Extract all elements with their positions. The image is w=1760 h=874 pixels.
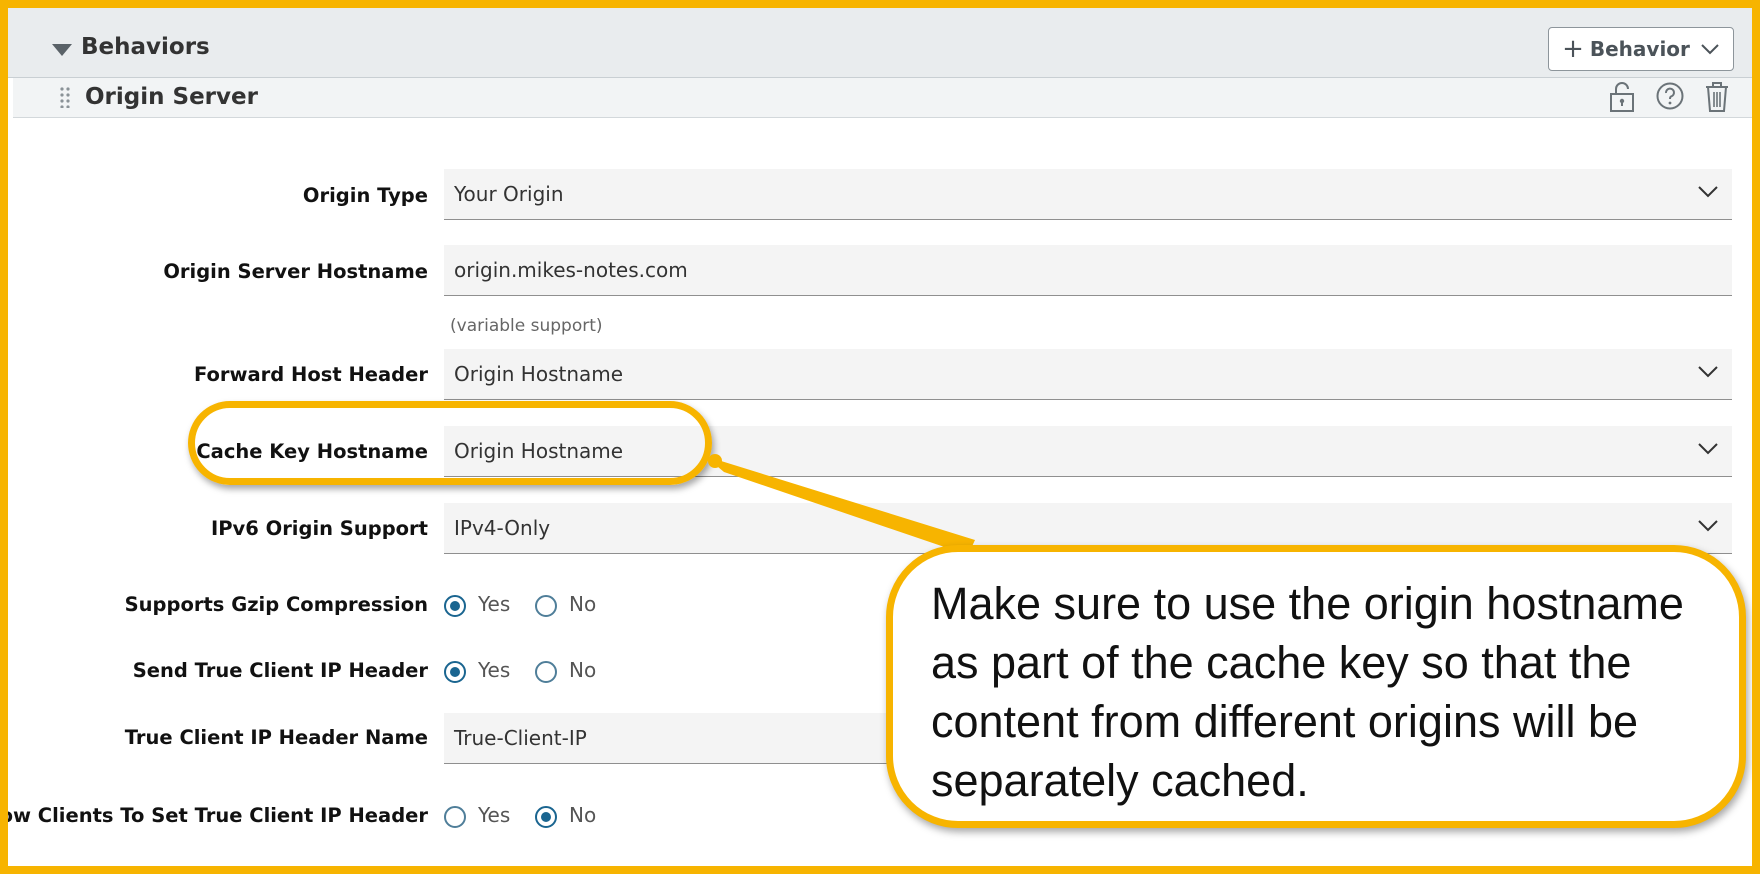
forward-host-header-select[interactable]: Origin Hostname — [444, 349, 1732, 400]
send-true-client-ip-yes-radio[interactable] — [444, 661, 466, 683]
origin-server-title: Origin Server — [85, 84, 258, 110]
chevron-down-icon — [1698, 186, 1718, 198]
origin-type-value: Your Origin — [454, 182, 564, 206]
gzip-no-radio[interactable] — [535, 595, 557, 617]
true-client-ip-name-value: True-Client-IP — [454, 726, 587, 750]
forward-host-header-value: Origin Hostname — [454, 362, 624, 386]
gzip-no-label: No — [569, 592, 597, 616]
annotation-callout: Make sure to use the origin hostname as … — [886, 545, 1746, 828]
chevron-down-icon — [1698, 520, 1718, 532]
allow-clients-set-yes-radio[interactable] — [444, 806, 466, 828]
behaviors-header: Behaviors + Behavior — [8, 8, 1752, 78]
add-behavior-label: Behavior — [1589, 37, 1690, 61]
ipv6-support-label: IPv6 Origin Support — [211, 517, 428, 540]
origin-server-header: Origin Server — [13, 78, 1752, 118]
ipv6-support-value: IPv4-Only — [454, 516, 551, 540]
origin-hostname-label: Origin Server Hostname — [163, 260, 428, 283]
plus-icon: + — [1562, 34, 1584, 64]
allow-clients-set-yes-label: Yes — [478, 803, 511, 827]
send-true-client-ip-no-radio[interactable] — [535, 661, 557, 683]
chevron-down-icon — [1701, 44, 1719, 55]
behaviors-title: Behaviors — [81, 34, 210, 60]
true-client-ip-name-label: True Client IP Header Name — [124, 726, 428, 749]
variable-support-hint: (variable support) — [450, 316, 603, 336]
allow-clients-set-no-label: No — [569, 803, 597, 827]
gzip-yes-label: Yes — [478, 592, 511, 616]
unlock-icon[interactable] — [1608, 81, 1636, 113]
trash-icon[interactable] — [1703, 81, 1731, 113]
cache-key-hostname-value: Origin Hostname — [454, 439, 624, 463]
origin-type-label: Origin Type — [302, 184, 428, 207]
cache-key-hostname-select[interactable]: Origin Hostname — [444, 426, 1732, 477]
allow-clients-set-label: Allow Clients To Set True Client IP Head… — [0, 804, 428, 827]
add-behavior-button[interactable]: + Behavior — [1548, 27, 1734, 71]
origin-hostname-input[interactable]: origin.mikes-notes.com — [444, 245, 1732, 296]
send-true-client-ip-no-label: No — [569, 658, 597, 682]
origin-hostname-value: origin.mikes-notes.com — [454, 258, 688, 282]
chevron-down-icon — [1698, 366, 1718, 378]
gzip-yes-radio[interactable] — [444, 595, 466, 617]
help-icon[interactable] — [1655, 81, 1685, 111]
cache-key-hostname-label: Cache Key Hostname — [196, 440, 428, 463]
drag-handle-icon[interactable] — [59, 86, 71, 108]
gzip-label: Supports Gzip Compression — [124, 593, 428, 616]
chevron-down-icon — [1698, 443, 1718, 455]
allow-clients-set-no-radio[interactable] — [535, 806, 557, 828]
annotation-text: Make sure to use the origin hostname as … — [931, 578, 1684, 806]
send-true-client-ip-label: Send True Client IP Header — [132, 659, 428, 682]
forward-host-header-label: Forward Host Header — [193, 363, 428, 386]
send-true-client-ip-yes-label: Yes — [478, 658, 511, 682]
origin-type-select[interactable]: Your Origin — [444, 169, 1732, 220]
collapse-triangle-icon[interactable] — [52, 44, 72, 56]
